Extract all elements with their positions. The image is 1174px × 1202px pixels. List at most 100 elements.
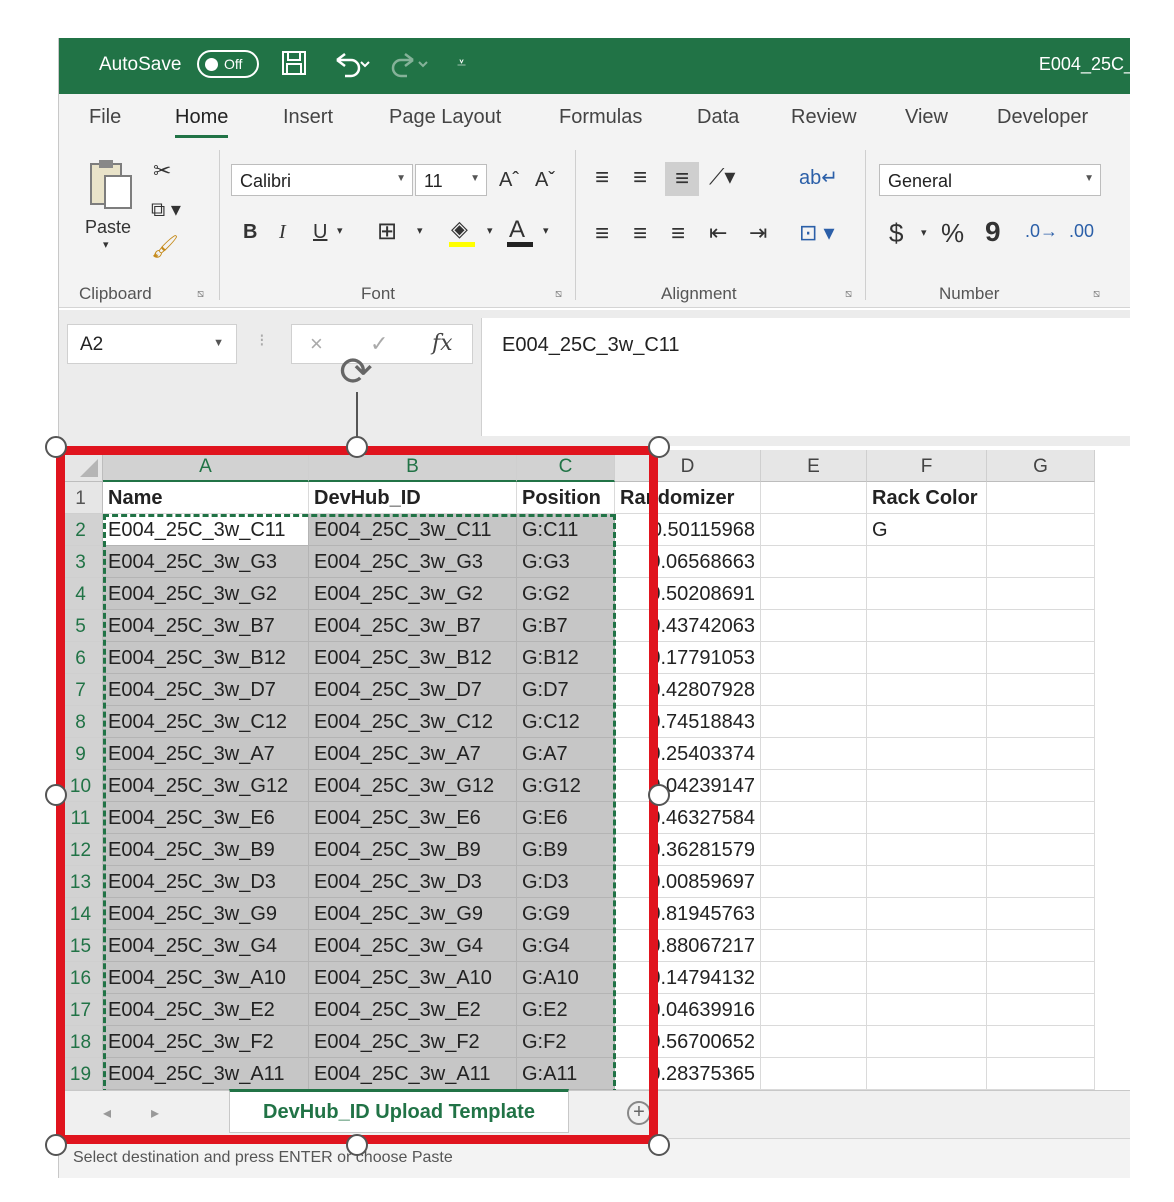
cut-icon[interactable]: ✂ — [153, 160, 171, 182]
underline-dropdown-icon[interactable]: ▾ — [337, 226, 343, 237]
cell-e13[interactable] — [761, 866, 867, 898]
cell-b16[interactable]: E004_25C_3w_A10 — [309, 962, 517, 994]
cell-g9[interactable] — [987, 738, 1095, 770]
cell-d18[interactable]: 0.56700652 — [615, 1026, 761, 1058]
column-header-e[interactable]: E — [761, 450, 867, 482]
column-header-d[interactable]: D — [615, 450, 761, 482]
row-header[interactable]: 5 — [59, 610, 103, 642]
cell-b2[interactable]: E004_25C_3w_C11 — [309, 514, 517, 546]
percent-button[interactable]: % — [941, 220, 964, 246]
cell-d13[interactable]: 0.00859697 — [615, 866, 761, 898]
cell-a7[interactable]: E004_25C_3w_D7 — [103, 674, 309, 706]
tab-review[interactable]: Review — [791, 106, 857, 129]
cell-c19[interactable]: G:A11 — [517, 1058, 615, 1090]
cell-g17[interactable] — [987, 994, 1095, 1026]
select-all-corner[interactable] — [59, 450, 103, 482]
cell-e14[interactable] — [761, 898, 867, 930]
number-launcher-icon[interactable]: ⧅ — [1093, 288, 1100, 301]
row-header[interactable]: 16 — [59, 962, 103, 994]
cell-g7[interactable] — [987, 674, 1095, 706]
cell-b8[interactable]: E004_25C_3w_C12 — [309, 706, 517, 738]
cell-a11[interactable]: E004_25C_3w_E6 — [103, 802, 309, 834]
cell-g4[interactable] — [987, 578, 1095, 610]
increase-decimal-icon[interactable]: .0→ — [1025, 222, 1058, 240]
paste-dropdown-icon[interactable]: ▾ — [103, 240, 109, 251]
undo-icon[interactable] — [331, 50, 371, 85]
paste-label[interactable]: Paste — [85, 218, 131, 236]
cell-b11[interactable]: E004_25C_3w_E6 — [309, 802, 517, 834]
redo-icon[interactable] — [389, 50, 429, 85]
cell-g11[interactable] — [987, 802, 1095, 834]
cell-f8[interactable] — [867, 706, 987, 738]
cell-e9[interactable] — [761, 738, 867, 770]
tab-file[interactable]: File — [89, 106, 121, 129]
formula-input[interactable]: E004_25C_3w_C11 — [481, 318, 1130, 436]
align-center-icon[interactable]: ≡ — [633, 222, 647, 246]
decrease-font-size-icon[interactable]: Aˇ — [535, 170, 555, 190]
cell-d1[interactable]: Randomizer — [615, 482, 761, 514]
decrease-decimal-icon[interactable]: .00 — [1069, 222, 1094, 240]
row-header[interactable]: 17 — [59, 994, 103, 1026]
row-header[interactable]: 9 — [59, 738, 103, 770]
row-header[interactable]: 19 — [59, 1058, 103, 1090]
cell-b12[interactable]: E004_25C_3w_B9 — [309, 834, 517, 866]
wrap-text-icon[interactable]: ab↵ — [799, 168, 838, 188]
cell-d14[interactable]: 0.81945763 — [615, 898, 761, 930]
resize-handle-bottom[interactable] — [346, 1134, 368, 1156]
row-header[interactable]: 15 — [59, 930, 103, 962]
cell-d15[interactable]: 0.88067217 — [615, 930, 761, 962]
cell-f5[interactable] — [867, 610, 987, 642]
cell-f2[interactable]: G — [867, 514, 987, 546]
cell-g15[interactable] — [987, 930, 1095, 962]
row-header[interactable]: 4 — [59, 578, 103, 610]
cell-b15[interactable]: E004_25C_3w_G4 — [309, 930, 517, 962]
column-header-g[interactable]: G — [987, 450, 1095, 482]
cell-b6[interactable]: E004_25C_3w_B12 — [309, 642, 517, 674]
cell-e1[interactable] — [761, 482, 867, 514]
font-size-dropdown[interactable]: 11 ▼ — [415, 164, 487, 196]
cell-e12[interactable] — [761, 834, 867, 866]
currency-button[interactable]: $ — [889, 220, 903, 246]
cell-a10[interactable]: E004_25C_3w_G12 — [103, 770, 309, 802]
copy-icon[interactable]: ⧉ ▾ — [151, 200, 181, 220]
format-painter-icon[interactable]: 🖌 — [151, 236, 179, 258]
cell-g19[interactable] — [987, 1058, 1095, 1090]
cell-d6[interactable]: 0.17791053 — [615, 642, 761, 674]
cell-c5[interactable]: G:B7 — [517, 610, 615, 642]
cell-b13[interactable]: E004_25C_3w_D3 — [309, 866, 517, 898]
fill-color-icon[interactable]: ◈ — [451, 218, 468, 240]
formula-bar-grip[interactable]: ⁝ — [259, 330, 265, 351]
cancel-icon[interactable]: × — [310, 331, 323, 357]
cell-e6[interactable] — [761, 642, 867, 674]
add-sheet-icon[interactable]: + — [627, 1101, 651, 1125]
align-left-icon[interactable]: ≡ — [595, 222, 609, 246]
row-header[interactable]: 1 — [59, 482, 103, 514]
underline-button[interactable]: U — [313, 222, 327, 242]
cell-c12[interactable]: G:B9 — [517, 834, 615, 866]
cell-f10[interactable] — [867, 770, 987, 802]
italic-button[interactable]: I — [279, 222, 286, 242]
cell-f18[interactable] — [867, 1026, 987, 1058]
cell-f6[interactable] — [867, 642, 987, 674]
currency-dropdown-icon[interactable]: ▾ — [921, 228, 927, 239]
cell-f19[interactable] — [867, 1058, 987, 1090]
cell-a5[interactable]: E004_25C_3w_B7 — [103, 610, 309, 642]
cell-g1[interactable] — [987, 482, 1095, 514]
row-header[interactable]: 14 — [59, 898, 103, 930]
cell-d4[interactable]: 0.50208691 — [615, 578, 761, 610]
bottom-align-icon[interactable]: ≡ — [665, 162, 699, 196]
cell-e15[interactable] — [761, 930, 867, 962]
tab-home[interactable]: Home — [175, 106, 229, 138]
column-header-a[interactable]: A — [103, 450, 309, 482]
column-header-f[interactable]: F — [867, 450, 987, 482]
cell-c6[interactable]: G:B12 — [517, 642, 615, 674]
cell-f13[interactable] — [867, 866, 987, 898]
cell-c1[interactable]: Position — [517, 482, 615, 514]
column-header-b[interactable]: B — [309, 450, 517, 482]
resize-handle-right[interactable] — [648, 784, 670, 806]
tab-page-layout[interactable]: Page Layout — [389, 106, 501, 129]
autosave-toggle[interactable]: Off — [197, 50, 259, 78]
cell-e18[interactable] — [761, 1026, 867, 1058]
cell-d17[interactable]: 0.04639916 — [615, 994, 761, 1026]
tab-insert[interactable]: Insert — [283, 106, 333, 129]
